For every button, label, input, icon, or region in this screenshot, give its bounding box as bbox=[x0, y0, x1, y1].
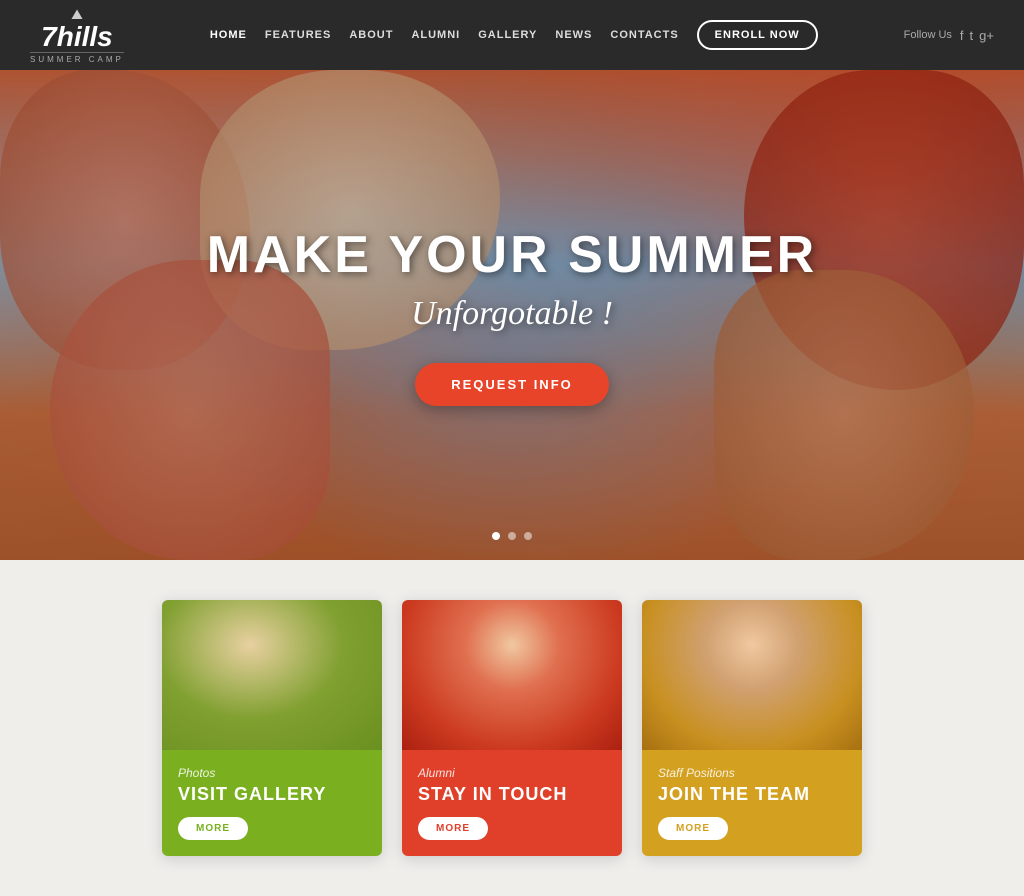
facebook-icon[interactable]: f bbox=[960, 28, 964, 43]
hero-title: MAKE YOUR SUMMER bbox=[207, 225, 817, 285]
logo[interactable]: ⛰ 7hills SUMMER CAMP bbox=[30, 6, 124, 64]
alumni-card-image bbox=[402, 600, 622, 750]
gallery-card: Photos VISIT GALLERY MORE bbox=[162, 600, 382, 856]
slider-dots bbox=[492, 532, 532, 540]
enroll-button[interactable]: ENROLL NOW bbox=[697, 20, 818, 50]
staff-card-title: JOIN THE TEAM bbox=[658, 784, 846, 805]
request-info-button[interactable]: REQUEST INFO bbox=[415, 363, 609, 406]
gallery-more-button[interactable]: MORE bbox=[178, 817, 248, 840]
googleplus-icon[interactable]: g+ bbox=[979, 28, 994, 43]
nav-alumni[interactable]: ALUMNI bbox=[411, 29, 460, 41]
cards-section: Photos VISIT GALLERY MORE Alumni STAY IN… bbox=[0, 560, 1024, 896]
hero-subtitle: Unforgotable ! bbox=[207, 295, 817, 333]
staff-card-image bbox=[642, 600, 862, 750]
dot-2[interactable] bbox=[508, 532, 516, 540]
hero-section: MAKE YOUR SUMMER Unforgotable ! REQUEST … bbox=[0, 70, 1024, 560]
nav-news[interactable]: NEWS bbox=[555, 29, 592, 41]
staff-card-category: Staff Positions bbox=[658, 766, 846, 780]
logo-subtitle: SUMMER CAMP bbox=[30, 52, 124, 64]
follow-us-area: Follow Us f t g+ bbox=[904, 28, 994, 43]
logo-area: ⛰ 7hills SUMMER CAMP bbox=[30, 6, 124, 64]
hero-content: MAKE YOUR SUMMER Unforgotable ! REQUEST … bbox=[207, 225, 817, 406]
staff-card: Staff Positions JOIN THE TEAM MORE bbox=[642, 600, 862, 856]
alumni-more-button[interactable]: MORE bbox=[418, 817, 488, 840]
nav-features[interactable]: FEATURES bbox=[265, 29, 331, 41]
nav-home[interactable]: HOME bbox=[210, 29, 247, 41]
nav-about[interactable]: ABOUT bbox=[349, 29, 393, 41]
twitter-icon[interactable]: t bbox=[970, 28, 974, 43]
dot-1[interactable] bbox=[492, 532, 500, 540]
staff-more-button[interactable]: MORE bbox=[658, 817, 728, 840]
staff-card-body: Staff Positions JOIN THE TEAM MORE bbox=[642, 750, 862, 856]
alumni-card-category: Alumni bbox=[418, 766, 606, 780]
main-nav: HOME FEATURES ABOUT ALUMNI GALLERY NEWS … bbox=[210, 20, 818, 50]
nav-gallery[interactable]: GALLERY bbox=[478, 29, 537, 41]
gallery-card-category: Photos bbox=[178, 766, 366, 780]
follow-us-label: Follow Us bbox=[904, 29, 952, 41]
nav-contacts[interactable]: CONTACTS bbox=[610, 29, 678, 41]
alumni-card: Alumni STAY IN TOUCH MORE bbox=[402, 600, 622, 856]
social-icons: f t g+ bbox=[960, 28, 994, 43]
alumni-card-title: STAY IN TOUCH bbox=[418, 784, 606, 805]
gallery-card-image bbox=[162, 600, 382, 750]
gallery-card-body: Photos VISIT GALLERY MORE bbox=[162, 750, 382, 856]
gallery-card-title: VISIT GALLERY bbox=[178, 784, 366, 805]
logo-text: 7hills bbox=[41, 23, 113, 51]
dot-3[interactable] bbox=[524, 532, 532, 540]
alumni-card-body: Alumni STAY IN TOUCH MORE bbox=[402, 750, 622, 856]
header: ⛰ 7hills SUMMER CAMP HOME FEATURES ABOUT… bbox=[0, 0, 1024, 70]
